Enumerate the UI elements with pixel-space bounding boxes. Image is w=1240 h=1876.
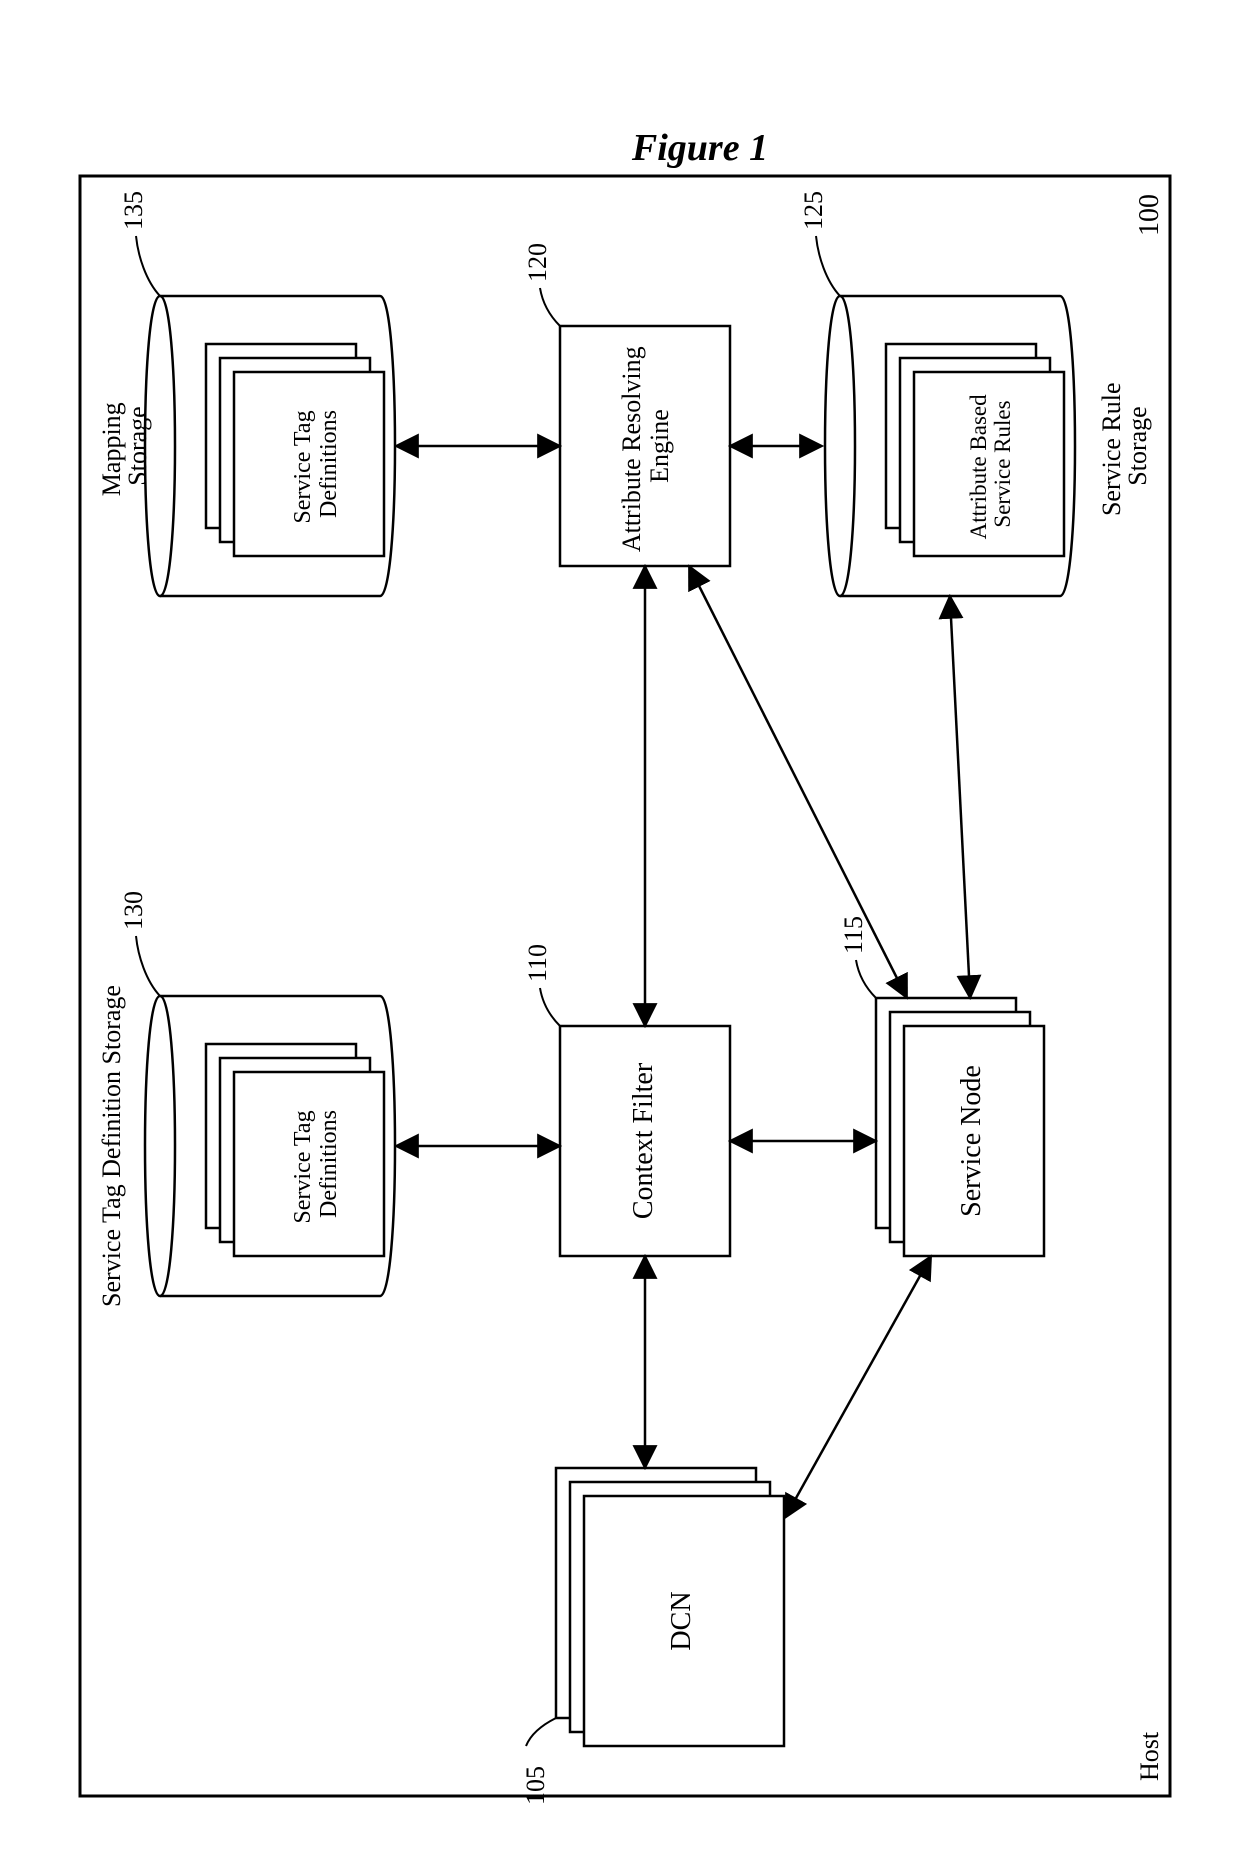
figure-caption: Figure 1: [610, 126, 790, 170]
attribute-engine-number: 120: [523, 243, 552, 282]
page: Host 100 Service Tag Definition Storage: [0, 0, 1240, 1876]
std-left-number: 130: [119, 891, 148, 930]
std-right-label: Service Tag Definitions: [290, 404, 342, 523]
service-tag-definition-storage: Service Tag Definition Storage Service T…: [97, 891, 395, 1307]
mapping-storage-label: Mapping Storage: [97, 396, 152, 496]
service-node-label: Service Node: [956, 1065, 987, 1217]
arrow-sn-srs: [950, 598, 970, 996]
service-node-block: Service Node 115: [839, 916, 1044, 1256]
std-left-storage-label: Service Tag Definition Storage: [97, 985, 126, 1307]
dcn-number: 105: [521, 1766, 550, 1805]
service-rule-storage: Service Rule Storage Attribute Based Ser…: [799, 191, 1152, 596]
dcn-label: DCN: [666, 1591, 697, 1650]
diagram-svg: Host 100 Service Tag Definition Storage: [50, 50, 1200, 1826]
std-right-number: 135: [119, 191, 148, 230]
service-rule-storage-label: Service Rule Storage: [1097, 376, 1152, 516]
context-filter-block: Context Filter 110: [523, 944, 730, 1256]
host-label: Host: [1135, 1731, 1164, 1781]
service-node-number: 115: [839, 916, 868, 954]
dcn-block: DCN 105: [521, 1468, 784, 1805]
attribute-engine-block: Attribute Resolving Engine 120: [523, 243, 730, 566]
abs-rules-number: 125: [799, 191, 828, 230]
host-number: 100: [1134, 194, 1165, 236]
mapping-storage: Mapping Storage Service Tag Definitions …: [97, 191, 395, 596]
arrow-dcn-sn: [786, 1258, 930, 1516]
abs-rules-label: Attribute Based Service Rules: [966, 389, 1015, 540]
arrow-sn-ae: [690, 568, 906, 996]
diagram-canvas: Host 100 Service Tag Definition Storage: [50, 50, 1200, 1826]
context-filter-label: Context Filter: [628, 1062, 659, 1219]
context-filter-number: 110: [523, 944, 552, 982]
std-left-label: Service Tag Definitions: [290, 1104, 342, 1223]
rotated-stage: Host 100 Service Tag Definition Storage: [50, 50, 1200, 1826]
